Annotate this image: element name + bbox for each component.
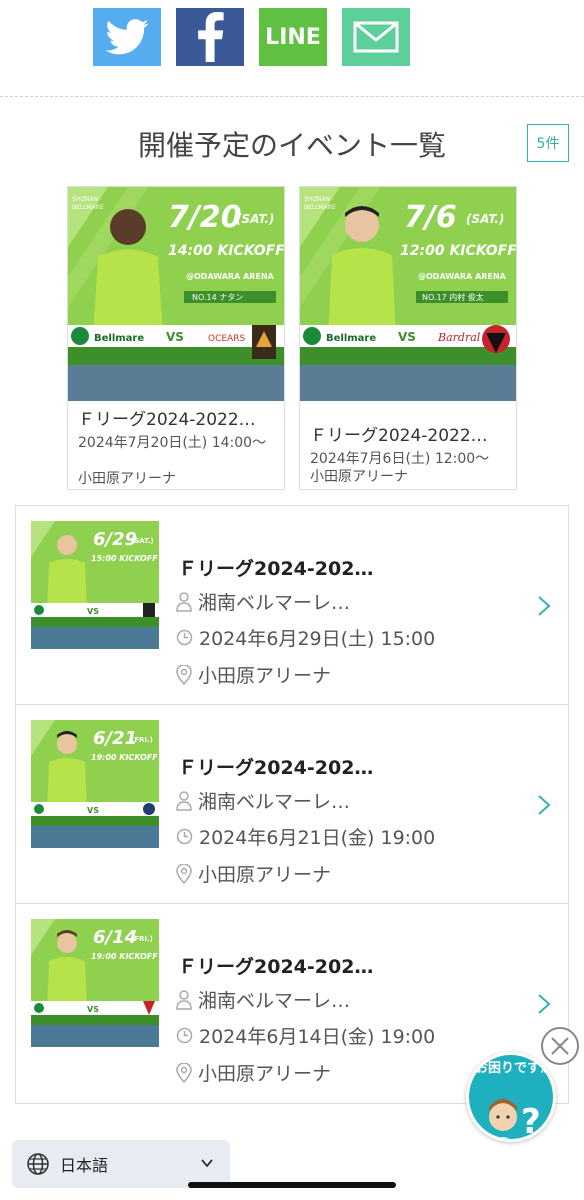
event-title: Ｆリーグ2024-202… bbox=[178, 757, 374, 779]
event-card[interactable]: Bellmare VS OCEARS SHONAN BELLMARE 7/20 … bbox=[67, 186, 285, 490]
thumb-kickoff: 19:00 KICKOFF bbox=[91, 952, 158, 961]
event-datetime-text: 2024年6月14日(金) 19:00 bbox=[199, 1026, 436, 1048]
poster-date: 7/20 bbox=[168, 200, 242, 235]
svg-text:Bardral: Bardral bbox=[437, 331, 481, 344]
event-thumbnail-image: VS 6/29 (SAT.) 15:00 KICKOFF bbox=[31, 521, 159, 649]
facebook-share-button[interactable] bbox=[176, 8, 244, 66]
poster-date: 7/6 bbox=[404, 200, 457, 235]
share-bar: LINE bbox=[93, 8, 410, 66]
person-icon bbox=[176, 790, 192, 811]
svg-text:VS: VS bbox=[87, 806, 99, 815]
event-venue: 小田原アリーナ bbox=[176, 860, 331, 887]
location-pin-icon bbox=[176, 1062, 192, 1083]
event-title: Ｆリーグ2024-202… bbox=[178, 558, 374, 580]
event-venue-text: 小田原アリーナ bbox=[198, 864, 332, 886]
person-icon bbox=[176, 989, 192, 1010]
location-pin-icon bbox=[176, 863, 192, 884]
event-list-item[interactable]: VS 6/29 (SAT.) 15:00 KICKOFF Ｆリーグ2024-20… bbox=[16, 506, 568, 705]
line-share-button[interactable]: LINE bbox=[259, 8, 327, 66]
event-datetime: 2024年6月29日(土) 15:00 bbox=[176, 624, 435, 651]
event-venue: 小田原アリーナ bbox=[176, 661, 331, 688]
facebook-icon bbox=[198, 12, 224, 62]
poster-kickoff: 12:00 KICKOFF bbox=[400, 243, 516, 259]
clock-icon bbox=[176, 629, 193, 646]
event-venue: 小田原アリーナ bbox=[176, 1059, 331, 1086]
clock-icon bbox=[176, 828, 193, 845]
svg-text:Bellmare: Bellmare bbox=[326, 333, 376, 344]
clock-icon bbox=[176, 1027, 193, 1044]
poster-dow: (SAT.) bbox=[466, 212, 504, 226]
event-venue: 小田原アリーナ bbox=[310, 469, 408, 485]
poster-arena: @ODAWARA ARENA bbox=[418, 272, 507, 281]
chevron-right-icon[interactable] bbox=[536, 594, 552, 618]
email-share-button[interactable] bbox=[342, 8, 410, 66]
event-card[interactable]: Bellmare VS Bardral SHONAN BELLMARE 7/6 … bbox=[299, 186, 517, 490]
event-title: Ｆリーグ2024-202… bbox=[178, 956, 374, 978]
event-datetime-text: 2024年6月21日(金) 19:00 bbox=[199, 827, 436, 849]
event-poster-image: Bellmare VS Bardral SHONAN BELLMARE 7/6 … bbox=[300, 187, 516, 401]
thumb-dow: (SAT.) bbox=[131, 537, 154, 545]
event-organizer-text: 湘南ベルマーレ… bbox=[198, 791, 351, 813]
chevron-down-icon bbox=[201, 1159, 213, 1168]
event-title: Ｆリーグ2024-2022… bbox=[78, 410, 256, 430]
chevron-right-icon[interactable] bbox=[536, 793, 552, 817]
twitter-icon bbox=[105, 19, 149, 55]
event-datetime: 2024年7月20日(土) 14:00〜 bbox=[78, 435, 267, 451]
section-title: 開催予定のイベント一覧 bbox=[137, 129, 446, 162]
globe-icon bbox=[27, 1153, 49, 1175]
line-label: LINE bbox=[265, 24, 321, 50]
person-icon bbox=[176, 591, 192, 612]
thumb-dow: (FRI.) bbox=[131, 736, 153, 744]
event-datetime: 2024年6月14日(金) 19:00 bbox=[176, 1022, 435, 1049]
event-organizer: 湘南ベルマーレ… bbox=[176, 986, 350, 1013]
event-venue-text: 小田原アリーナ bbox=[198, 1063, 332, 1085]
svg-text:VS: VS bbox=[166, 330, 184, 344]
help-chat-button[interactable]: お困りですか ? bbox=[466, 1052, 556, 1142]
event-title: Ｆリーグ2024-2022… bbox=[310, 426, 488, 446]
poster-player: NO.14 ナタン bbox=[192, 293, 243, 302]
event-organizer-text: 湘南ベルマーレ… bbox=[198, 990, 351, 1012]
divider bbox=[0, 96, 584, 97]
event-list: VS 6/29 (SAT.) 15:00 KICKOFF Ｆリーグ2024-20… bbox=[15, 505, 569, 1104]
chevron-right-icon[interactable] bbox=[536, 992, 552, 1016]
event-thumbnail-image: VS 6/21 (FRI.) 19:00 KICKOFF bbox=[31, 720, 159, 848]
poster-player: NO.17 内村 俊太 bbox=[422, 292, 484, 302]
svg-text:VS: VS bbox=[398, 330, 416, 344]
event-thumbnail-image: VS 6/14 (FRI.) 19:00 KICKOFF bbox=[31, 919, 159, 1047]
event-organizer: 湘南ベルマーレ… bbox=[176, 787, 350, 814]
twitter-share-button[interactable] bbox=[93, 8, 161, 66]
svg-text:SHONAN: SHONAN bbox=[304, 196, 330, 203]
mail-icon bbox=[353, 21, 399, 53]
svg-text:OCEARS: OCEARS bbox=[208, 334, 245, 344]
event-datetime-text: 2024年6月29日(土) 15:00 bbox=[199, 628, 436, 650]
location-pin-icon bbox=[176, 664, 192, 685]
thumb-kickoff: 19:00 KICKOFF bbox=[91, 753, 158, 762]
event-venue-text: 小田原アリーナ bbox=[198, 665, 332, 687]
svg-text:VS: VS bbox=[87, 607, 99, 616]
event-count-badge[interactable]: 5件 bbox=[527, 124, 569, 162]
event-venue: 小田原アリーナ bbox=[78, 471, 176, 487]
thumb-kickoff: 15:00 KICKOFF bbox=[91, 554, 158, 563]
event-organizer-text: 湘南ベルマーレ… bbox=[198, 592, 351, 614]
event-poster-image: Bellmare VS OCEARS SHONAN BELLMARE 7/20 … bbox=[68, 187, 284, 401]
language-label: 日本語 bbox=[60, 1156, 109, 1175]
svg-text:Bellmare: Bellmare bbox=[94, 333, 144, 344]
poster-kickoff: 14:00 KICKOFF bbox=[168, 243, 284, 259]
event-list-item[interactable]: VS 6/21 (FRI.) 19:00 KICKOFF Ｆリーグ2024-20… bbox=[16, 705, 568, 904]
svg-text:SHONAN: SHONAN bbox=[72, 196, 98, 203]
poster-dow: (SAT.) bbox=[236, 212, 274, 226]
thumb-dow: (FRI.) bbox=[131, 935, 153, 943]
poster-arena: @ODAWARA ARENA bbox=[186, 272, 275, 281]
svg-text:BELLMARE: BELLMARE bbox=[72, 204, 104, 211]
event-organizer: 湘南ベルマーレ… bbox=[176, 588, 350, 615]
help-mascot-icon: ? bbox=[489, 1099, 541, 1142]
language-selector[interactable]: 日本語 bbox=[12, 1140, 230, 1188]
home-indicator bbox=[188, 1182, 396, 1188]
svg-text:BELLMARE: BELLMARE bbox=[304, 204, 336, 211]
svg-text:?: ? bbox=[521, 1102, 541, 1142]
svg-text:VS: VS bbox=[87, 1005, 99, 1014]
event-datetime: 2024年6月21日(金) 19:00 bbox=[176, 823, 435, 850]
